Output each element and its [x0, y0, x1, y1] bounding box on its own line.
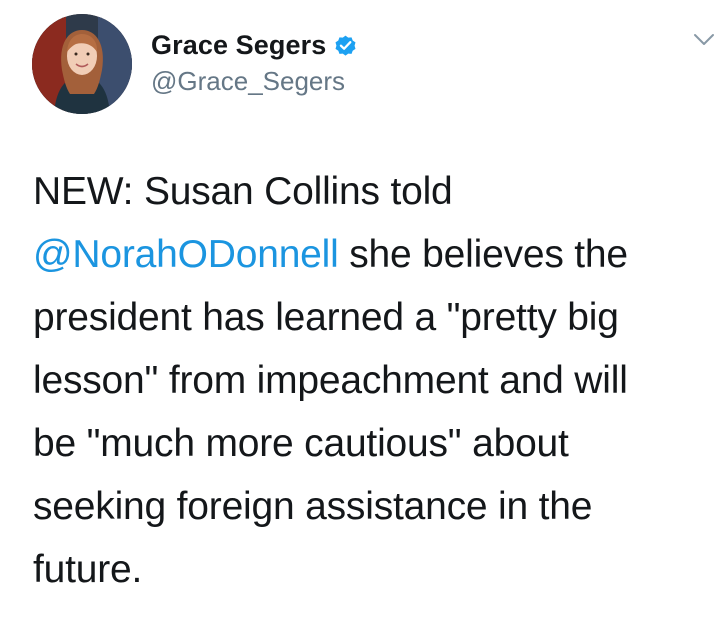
tweet-text-line: @NorahODonnell she believes the	[33, 223, 703, 286]
chevron-down-icon[interactable]	[692, 32, 716, 48]
tweet-text-line: president has learned a "pretty big	[33, 296, 619, 339]
tweet-text-line: be "much more cautious" about	[33, 422, 569, 465]
avatar-image	[32, 14, 132, 114]
tweet-text-line: lesson" from impeachment and will	[33, 359, 628, 402]
tweet-text-line: future.	[33, 548, 143, 591]
avatar[interactable]	[32, 14, 132, 114]
tweet-text-line: NEW: Susan Collins told	[33, 170, 453, 213]
name-row: Grace Segers	[151, 28, 358, 62]
tweet-text: NEW: Susan Collins told @NorahODonnell s…	[33, 160, 703, 601]
user-handle[interactable]: @Grace_Segers	[151, 66, 358, 97]
tweet-text-segment: she believes the	[338, 233, 628, 276]
display-name[interactable]: Grace Segers	[151, 30, 326, 61]
tweet-card: Grace Segers @Grace_Segers NEW: Susan Co…	[0, 0, 724, 622]
tweet-header: Grace Segers @Grace_Segers	[151, 28, 358, 97]
mention-link[interactable]: @NorahODonnell	[33, 233, 339, 276]
verified-badge-icon	[333, 33, 358, 58]
tweet-text-line: seeking foreign assistance in the	[33, 485, 593, 528]
